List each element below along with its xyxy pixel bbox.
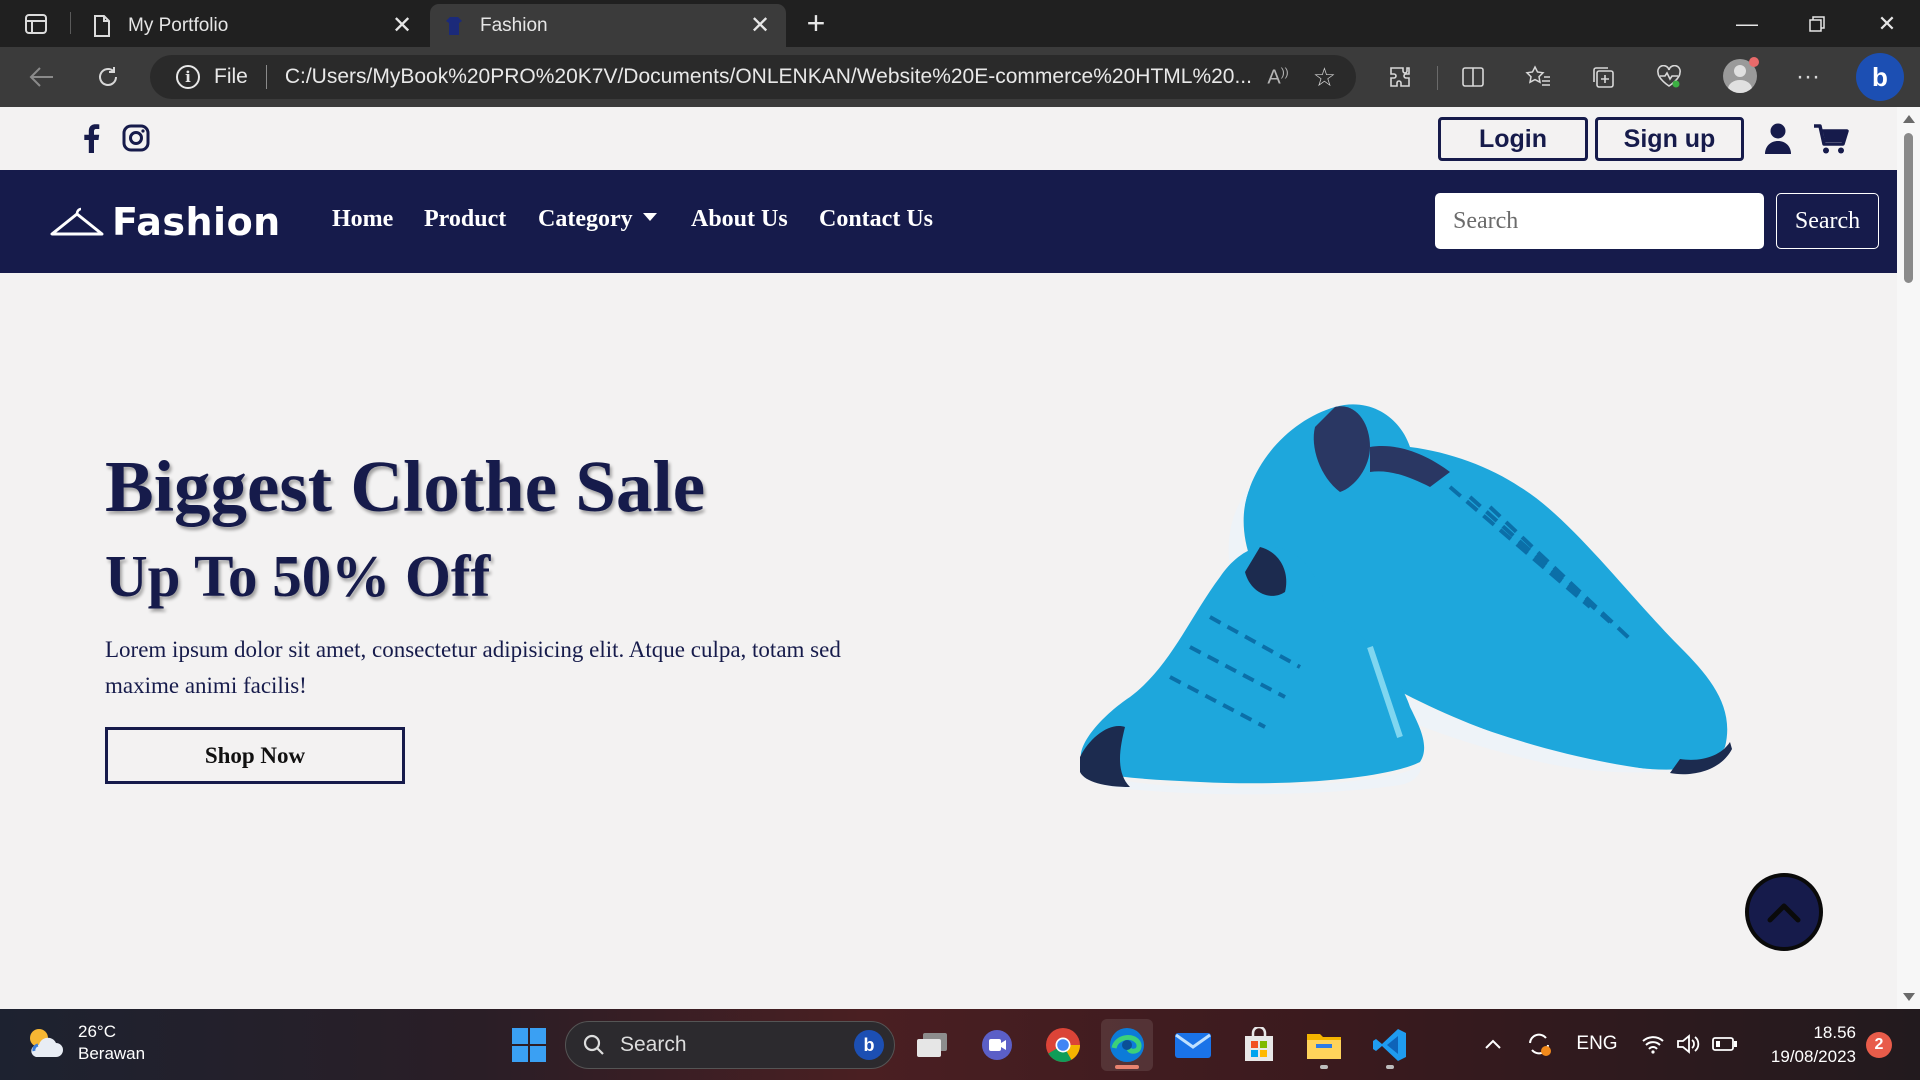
restore-icon[interactable] [1782,0,1852,47]
language-indicator[interactable]: ENG [1572,1027,1622,1061]
address-bar[interactable]: i File C:/Users/MyBook%20PRO%20K7V/Docum… [150,55,1356,99]
task-view-icon[interactable] [906,1019,958,1071]
nav-category-dropdown[interactable]: Category [538,206,657,233]
nav-contact-link[interactable]: Contact Us [819,206,933,233]
favorites-icon[interactable] [1520,59,1556,95]
signup-button[interactable]: Sign up [1595,117,1744,161]
scroll-up-arrow-icon[interactable] [1903,115,1915,123]
login-button[interactable]: Login [1438,117,1588,161]
main-navbar: Fashion Home Product Category About Us C… [0,170,1897,273]
scrollbar-thumb[interactable] [1904,133,1913,283]
refresh-icon[interactable] [88,57,128,97]
bing-icon: b [854,1030,884,1060]
tab-my-portfolio[interactable]: My Portfolio ✕ [78,4,428,47]
hero-subheadline: Up To 50% Off [105,543,491,609]
back-arrow-icon[interactable] [22,57,62,97]
file-explorer-icon[interactable] [1298,1019,1350,1071]
nav-home-link[interactable]: Home [332,206,393,233]
show-hidden-icons-chevron-icon[interactable] [1478,1027,1508,1061]
collections-icon[interactable] [1585,59,1621,95]
windows-taskbar: 26°C Berawan Search b ENG 18.56 19/08/20… [0,1009,1920,1080]
weather-description: Berawan [78,1044,146,1063]
tab-separator [70,12,71,34]
cart-icon[interactable] [1812,121,1850,157]
read-aloud-icon[interactable]: A)) [1267,65,1288,90]
top-utility-bar: Login Sign up [0,107,1897,170]
nav-category-label: Category [538,206,633,232]
browser-tab-bar: My Portfolio ✕ Fashion ✕ + — ✕ [0,0,1920,47]
windows-start-icon[interactable] [503,1019,555,1071]
copilot-icon[interactable]: b [1856,53,1904,101]
search-icon [583,1034,604,1055]
shop-now-button[interactable]: Shop Now [105,727,405,784]
shirt-icon [442,14,466,38]
edge-icon[interactable] [1101,1019,1153,1071]
vscode-icon[interactable] [1364,1019,1416,1071]
chrome-icon[interactable] [1037,1019,1089,1071]
weather-widget[interactable]: 26°C Berawan [24,1021,145,1065]
close-tab-icon[interactable]: ✕ [388,12,416,40]
more-options-icon[interactable]: ··· [1790,59,1826,95]
clock-time: 18.56 [1813,1023,1856,1042]
wifi-icon[interactable] [1636,1027,1670,1061]
hanger-icon [50,207,104,236]
search-input[interactable] [1435,193,1764,249]
page-icon [90,14,114,38]
taskbar-search-box[interactable]: Search b [565,1021,895,1069]
close-tab-icon[interactable]: ✕ [746,12,774,40]
search-button[interactable]: Search [1776,193,1879,249]
minimize-icon[interactable]: — [1712,0,1782,47]
tab-title: My Portfolio [128,14,229,36]
close-window-icon[interactable]: ✕ [1852,0,1920,47]
notification-badge[interactable]: 2 [1866,1032,1892,1058]
scroll-down-arrow-icon[interactable] [1903,993,1915,1001]
battery-icon[interactable] [1708,1027,1742,1061]
chevron-up-icon [1767,903,1801,923]
facebook-icon[interactable] [75,121,107,155]
microsoft-store-icon[interactable] [1233,1019,1285,1071]
nav-product-link[interactable]: Product [424,206,506,233]
instagram-icon[interactable] [120,121,152,155]
hero-description: Lorem ipsum dolor sit amet, consectetur … [105,637,841,698]
sneaker-image [1080,404,1732,795]
user-icon[interactable] [1762,121,1794,157]
hero-headline: Biggest Clothe Sale [105,446,706,527]
split-screen-icon[interactable] [1455,59,1491,95]
extensions-icon[interactable] [1382,59,1418,95]
back-to-top-button[interactable] [1745,873,1823,951]
tab-fashion[interactable]: Fashion ✕ [430,4,786,47]
cloudy-weather-icon [30,1029,63,1057]
info-icon[interactable]: i [176,65,200,89]
mail-icon[interactable] [1167,1019,1219,1071]
sync-icon[interactable] [1522,1027,1556,1061]
new-tab-button[interactable]: + [800,7,832,40]
tab-title: Fashion [480,14,548,36]
page-viewport: Login Sign up Fashion Home Product Categ… [0,107,1897,1009]
caret-down-icon [642,213,657,222]
scheme-label: File [214,65,248,88]
browser-toolbar: i File C:/Users/MyBook%20PRO%20K7V/Docum… [0,47,1920,107]
teams-chat-icon[interactable] [971,1019,1023,1071]
tab-actions-icon[interactable] [14,8,58,40]
taskbar-search-placeholder: Search [620,1033,687,1056]
nav-about-link[interactable]: About Us [691,206,788,233]
clock-date: 19/08/2023 [1770,1047,1856,1066]
brand-name: Fashion [112,200,281,244]
volume-icon[interactable] [1672,1027,1706,1061]
url-text[interactable]: C:/Users/MyBook%20PRO%20K7V/Documents/ON… [285,65,1268,89]
system-clock[interactable]: 18.56 19/08/2023 [1752,1021,1856,1069]
browser-essentials-icon[interactable] [1651,59,1687,95]
brand-logo[interactable]: Fashion [50,198,281,246]
favorite-star-icon[interactable]: ☆ [1313,62,1336,93]
page-scrollbar[interactable] [1897,107,1920,1009]
weather-temperature: 26°C [78,1022,116,1041]
